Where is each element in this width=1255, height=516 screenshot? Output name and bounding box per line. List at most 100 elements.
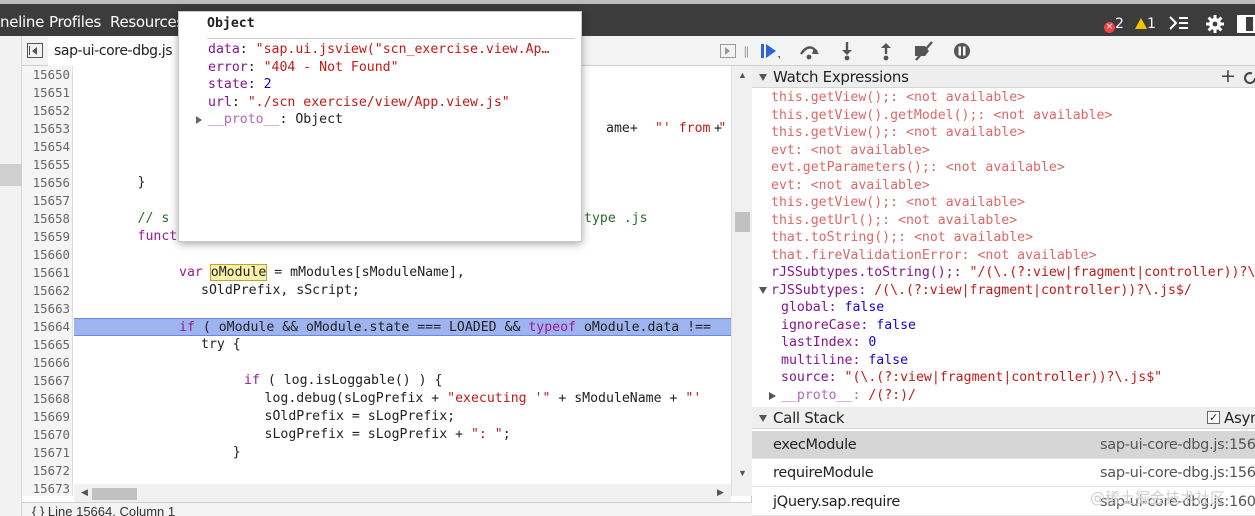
error-count: 2	[1115, 16, 1124, 32]
object-popover[interactable]: Object data: "sap.ui.jsview("scn_exercis…	[178, 11, 582, 242]
step-over-icon[interactable]	[798, 40, 820, 62]
line-number[interactable]: 15670	[22, 426, 70, 444]
scroll-up-icon[interactable]: ▲	[732, 70, 753, 80]
tab-profiles[interactable]: Profiles	[49, 12, 101, 36]
error-counter[interactable]: × 2	[1104, 16, 1124, 33]
regex-property[interactable]: source: "(\.(?:view|fragment|controller)…	[781, 369, 1162, 387]
editor-status-line: { } Line 15664, Column 1	[22, 502, 752, 516]
step-into-icon[interactable]	[836, 40, 858, 62]
debugger-controls	[752, 36, 1255, 66]
console-drawer-icon[interactable]	[1169, 15, 1189, 31]
line-number[interactable]: 15661	[22, 264, 70, 282]
deactivate-breakpoints-icon[interactable]	[912, 40, 934, 62]
tab-resources[interactable]: Resources	[110, 12, 184, 36]
watch-expression-regex[interactable]: rJSSubtypes: /(\.(?:view|fragment|contro…	[771, 282, 1192, 300]
watermark: @稀土掘金技术社区	[1090, 489, 1226, 507]
regex-property[interactable]: ignoreCase: false	[781, 317, 916, 335]
popover-title: Object	[207, 16, 255, 31]
expand-regex-proto-icon[interactable]	[769, 391, 776, 400]
line-number[interactable]: 15669	[22, 408, 70, 426]
line-number[interactable]: 15650	[22, 66, 70, 84]
watch-expression-tostring[interactable]: rJSSubtypes.toString();: "/(\.(?:view|fr…	[771, 264, 1255, 282]
horizontal-scroll-thumb[interactable]	[92, 488, 137, 500]
horizontal-scrollbar[interactable]: ◀ ▶	[74, 484, 731, 502]
navigator-strip	[0, 36, 22, 516]
watch-expression[interactable]: that.toString();: <not available>	[771, 229, 1033, 247]
resume-icon[interactable]	[758, 40, 780, 62]
async-checkbox[interactable]: ✓	[1207, 411, 1220, 424]
line-number[interactable]: 15667	[22, 372, 70, 390]
scroll-right-icon[interactable]: ▶	[710, 487, 731, 498]
code-line-15664-current: if ( oModule && oModule.state === LOADED…	[74, 318, 731, 336]
code-line-15669: sOldPrefix = sLogPrefix;	[74, 409, 456, 424]
watch-expression[interactable]: this.getView().getModel();: <not availab…	[771, 107, 1112, 125]
call-frame-execModule[interactable]: execModulesap-ui-core-dbg.js:15664	[752, 431, 1255, 459]
add-watch-icon[interactable]: +	[1220, 65, 1236, 87]
dock-side-icon[interactable]	[1237, 14, 1255, 34]
popover-row-url: url: "./scn exercise/view/App.view.js"	[208, 95, 510, 110]
code-line-15670: sLogPrefix = sLogPrefix + ": ";	[74, 427, 511, 442]
line-number[interactable]: 15658	[22, 210, 70, 228]
async-label: Asyn	[1224, 409, 1255, 427]
code-line-15665: try {	[74, 337, 241, 352]
scroll-down-icon[interactable]: ▼	[732, 468, 753, 478]
step-out-icon[interactable]	[875, 40, 897, 62]
popover-row-proto[interactable]: __proto__: Object	[208, 111, 343, 129]
regex-property[interactable]: global: false	[781, 299, 884, 317]
line-number[interactable]: 15668	[22, 390, 70, 408]
gear-icon[interactable]	[1205, 14, 1225, 34]
line-number[interactable]: 15671	[22, 444, 70, 462]
toggle-debugger-sidebar-icon[interactable]	[720, 44, 736, 58]
line-number[interactable]: 15654	[22, 138, 70, 156]
line-number[interactable]: 15666	[22, 354, 70, 372]
watch-expression[interactable]: that.fireValidationError: <not available…	[771, 247, 1097, 265]
hovered-variable-oModule[interactable]: oModule	[209, 264, 268, 281]
watch-expression[interactable]: evt: <not available>	[771, 177, 930, 195]
call-stack-header[interactable]: Call Stack ✓ Asyn	[752, 407, 1255, 429]
line-number[interactable]: 15660	[22, 246, 70, 264]
regex-proto[interactable]: __proto__: /(?:)/	[781, 387, 916, 405]
line-number[interactable]: 15664	[22, 318, 70, 336]
regex-property[interactable]: lastIndex: 0	[781, 334, 876, 352]
navigator-selected-marker	[0, 164, 22, 186]
line-number[interactable]: 15673	[22, 480, 70, 498]
refresh-watch-icon[interactable]	[1243, 71, 1255, 85]
line-number[interactable]: 15663	[22, 300, 70, 318]
watch-expression[interactable]: this.getView();: <not available>	[771, 89, 1025, 107]
collapse-watch-icon[interactable]	[759, 74, 767, 81]
line-number[interactable]: 15651	[22, 84, 70, 102]
expand-proto-icon[interactable]	[196, 116, 202, 124]
line-number[interactable]: 15653	[22, 120, 70, 138]
line-number[interactable]: 15672	[22, 462, 70, 480]
warning-counter[interactable]: 1	[1135, 16, 1156, 32]
collapse-regex-icon[interactable]	[759, 286, 767, 294]
vertical-scrollbar[interactable]: ▲ ▼	[731, 66, 752, 496]
watch-expression[interactable]: this.getUrl();: <not available>	[771, 212, 1017, 230]
watch-expressions-header[interactable]: Watch Expressions +	[752, 65, 1255, 88]
line-number[interactable]: 15655	[22, 156, 70, 174]
line-number[interactable]: 15656	[22, 174, 70, 192]
regex-property[interactable]: multiline: false	[781, 352, 908, 370]
watch-expression[interactable]: evt: <not available>	[771, 142, 930, 160]
line-number[interactable]: 15665	[22, 336, 70, 354]
tabs-overflow-icon[interactable]: ||	[744, 44, 749, 58]
line-number[interactable]: 15659	[22, 228, 70, 246]
debugger-sidebar: Watch Expressions + this.getView();: <no…	[752, 36, 1255, 516]
call-frame-requireModule[interactable]: requireModulesap-ui-core-dbg.js:15643	[752, 459, 1255, 487]
code-line-15661: var oModule = mModules[sModuleName],	[179, 264, 465, 281]
line-number[interactable]: 15662	[22, 282, 70, 300]
popover-row-state: state: 2	[208, 77, 272, 92]
file-tab-sap-ui-core[interactable]: sap-ui-core-dbg.js	[48, 36, 180, 66]
toggle-navigator-icon[interactable]	[27, 43, 43, 58]
watch-expression[interactable]: this.getView();: <not available>	[771, 124, 1025, 142]
vertical-scroll-thumb[interactable]	[735, 212, 750, 232]
collapse-callstack-icon[interactable]	[759, 415, 767, 422]
line-number[interactable]: 15652	[22, 102, 70, 120]
code-line-15671: }	[74, 445, 241, 460]
watch-expression[interactable]: evt.getParameters();: <not available>	[771, 159, 1065, 177]
line-number[interactable]: 15657	[22, 192, 70, 210]
watch-expressions-list: this.getView();: <not available> this.get…	[752, 89, 1255, 405]
tab-timeline[interactable]: neline	[0, 12, 44, 36]
pause-on-exceptions-icon[interactable]	[951, 40, 973, 62]
watch-expression[interactable]: this.getView();: <not available>	[771, 194, 1025, 212]
